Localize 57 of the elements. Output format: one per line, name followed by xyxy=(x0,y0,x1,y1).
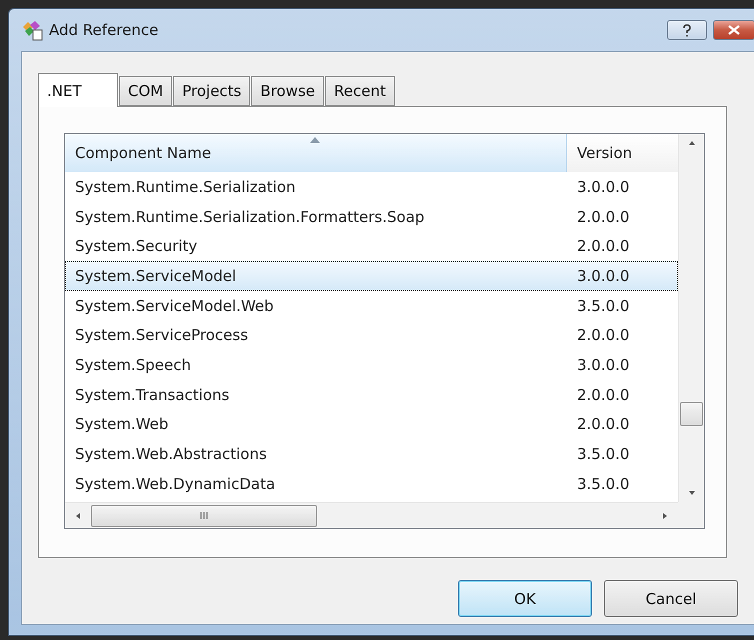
list-row[interactable]: System.Transactions 2.0.0.0 xyxy=(65,380,678,410)
list-row[interactable]: System.Security 2.0.0.0 xyxy=(65,231,678,262)
list-row[interactable]: System.Web.Abstractions 3.5.0.0 xyxy=(65,439,678,469)
help-button[interactable] xyxy=(667,20,707,40)
tab[interactable]: .NET xyxy=(38,73,118,107)
window-title: Add Reference xyxy=(49,21,160,39)
name-cell-text: System.ServiceModel xyxy=(74,266,238,287)
list-row[interactable]: System.Web 2.0.0.0 xyxy=(65,410,678,440)
version-cell-text: 3.0.0.0 xyxy=(576,266,630,287)
tab[interactable]: Projects xyxy=(173,76,250,106)
list-row[interactable]: System.ServiceProcess 2.0.0.0 xyxy=(65,320,678,350)
tab[interactable]: Browse xyxy=(251,76,324,106)
name-cell-text: System.Web.DynamicData xyxy=(74,474,276,495)
version-cell-text: 2.0.0.0 xyxy=(576,206,630,228)
list-row[interactable]: System.ServiceModel 3.0.0.0 xyxy=(65,261,678,291)
version-cell-text: 3.0.0.0 xyxy=(576,354,630,376)
tab[interactable]: Recent xyxy=(325,76,395,106)
version-cell-text: 3.5.0.0 xyxy=(576,296,630,317)
name-cell-text: System.Transactions xyxy=(74,384,230,406)
version-cell-text: 3.5.0.0 xyxy=(576,474,630,495)
list-row[interactable]: System.ServiceModel.Web 3.5.0.0 xyxy=(65,290,678,320)
name-cell-text: System.Runtime.Serialization.Formatters.Soap xyxy=(74,206,426,228)
scroll-right-arrow-icon[interactable] xyxy=(661,512,669,520)
dialog-button[interactable]: Cancel xyxy=(604,580,738,617)
tab[interactable]: COM xyxy=(119,76,172,106)
name-cell-text: System.Speech xyxy=(74,354,192,376)
close-button[interactable] xyxy=(713,20,754,40)
version-cell-text: 2.0.0.0 xyxy=(576,236,630,258)
scroll-thumb[interactable] xyxy=(680,402,703,426)
app-icon xyxy=(21,19,43,41)
list-row[interactable]: System.Runtime.Serialization 3.0.0.0 xyxy=(65,172,678,202)
name-cell-text: System.Web.Abstractions xyxy=(74,444,268,466)
scroll-left-arrow-icon[interactable] xyxy=(74,512,82,520)
list-row[interactable]: System.Speech 3.0.0.0 xyxy=(65,350,678,380)
version-cell-text: 2.0.0.0 xyxy=(576,325,630,346)
grip-icon xyxy=(200,512,208,519)
name-cell-text: System.Security xyxy=(74,236,198,258)
name-cell-text: System.ServiceProcess xyxy=(74,325,250,346)
list-row[interactable]: System.Web.DynamicData 3.5.0.0 xyxy=(65,468,678,499)
version-cell-text: 2.0.0.0 xyxy=(576,414,630,436)
version-cell-text: 3.5.0.0 xyxy=(576,444,630,466)
column-header[interactable]: Component Name xyxy=(65,134,567,172)
name-cell-text: System.Runtime.Serialization xyxy=(74,176,297,198)
version-cell-text: 3.0.0.0 xyxy=(576,176,630,198)
close-icon xyxy=(728,25,740,35)
name-cell-text: System.ServiceModel.Web xyxy=(74,296,275,317)
dialog-button[interactable]: OK xyxy=(458,580,592,617)
scroll-thumb[interactable] xyxy=(91,504,317,526)
vertical-scrollbar[interactable] xyxy=(678,134,704,502)
sort-arrow-icon xyxy=(310,137,320,143)
version-cell-text: 2.0.0.0 xyxy=(576,384,630,406)
help-icon xyxy=(682,24,692,36)
scroll-down-arrow-icon[interactable] xyxy=(688,489,696,497)
list-row[interactable]: System.Runtime.Serialization.Formatters.Soap 2.0.0.0 xyxy=(65,202,678,232)
horizontal-scrollbar[interactable] xyxy=(65,502,678,528)
name-cell-text: System.Web xyxy=(74,414,170,436)
scroll-up-arrow-icon[interactable] xyxy=(688,139,696,147)
